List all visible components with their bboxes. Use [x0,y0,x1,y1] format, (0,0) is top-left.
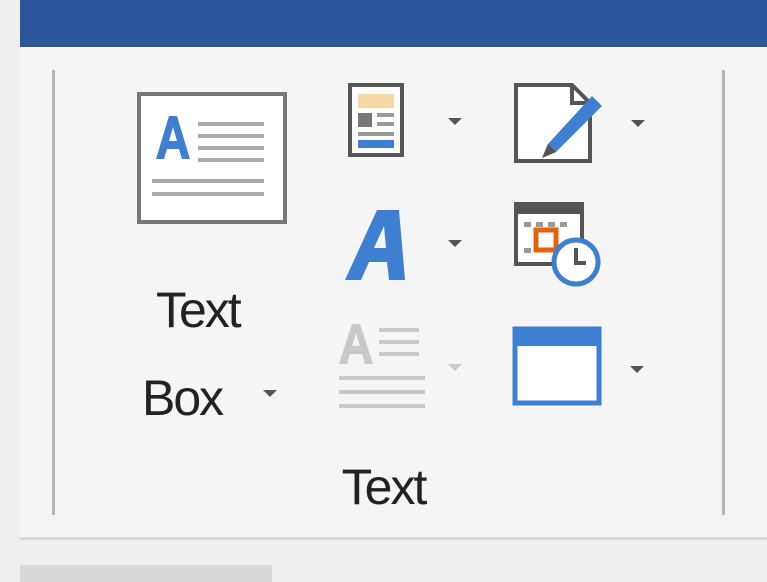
object-icon [512,326,602,406]
text-box-button[interactable]: Text Box [130,85,290,445]
text-box-icon [137,92,287,224]
bottom-tab [20,565,272,582]
text-box-label-line2: Box [142,370,224,426]
wordart-icon [345,210,405,280]
chevron-down-icon [448,364,462,371]
drop-cap-icon [339,324,425,408]
group-separator-right [722,70,725,515]
object-button[interactable] [512,326,662,406]
quick-parts-button[interactable] [345,80,475,160]
group-label: Text [341,459,428,515]
chevron-down-icon [630,366,644,373]
group-separator-left [52,70,55,515]
signature-line-button[interactable] [510,80,660,166]
wordart-button[interactable] [345,200,475,286]
title-bar [20,0,767,47]
chevron-down-icon [631,120,645,127]
quick-parts-icon [348,83,404,157]
signature-line-icon [514,83,602,163]
text-box-label-line1: Text [156,282,242,338]
date-time-button[interactable] [512,200,607,290]
chevron-down-icon [448,240,462,247]
drop-cap-button[interactable] [335,320,475,412]
chevron-down-icon [263,390,277,397]
date-time-icon [514,202,601,287]
chevron-down-icon [448,118,462,125]
